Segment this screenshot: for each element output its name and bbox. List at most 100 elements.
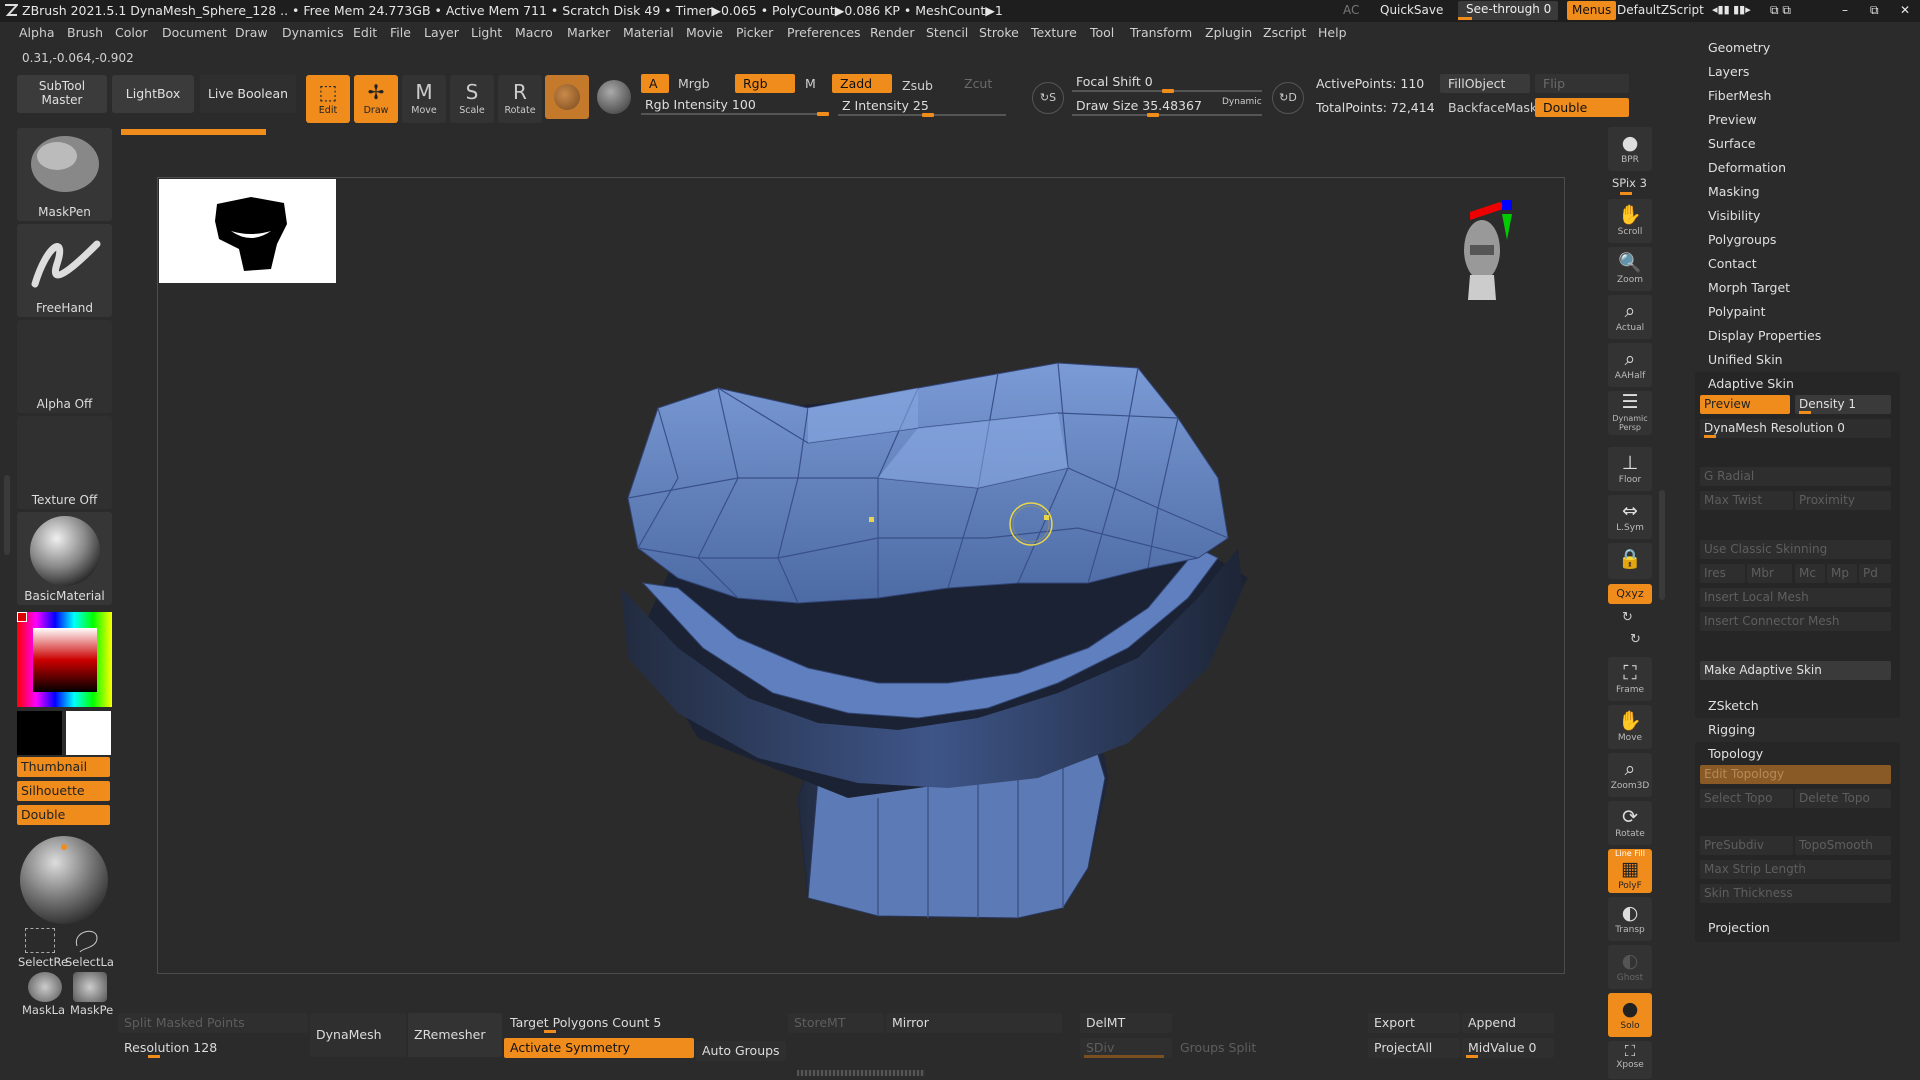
sdiv-slider[interactable]: SDiv (1080, 1038, 1172, 1058)
delmt-button[interactable]: DelMT (1080, 1013, 1172, 1033)
menu-light[interactable]: Light (471, 25, 502, 40)
color-square[interactable] (33, 628, 97, 692)
menu-edit[interactable]: Edit (353, 25, 377, 40)
secondary-color-swatch[interactable] (17, 711, 62, 755)
shelf-toggle-icon[interactable]: ◂▮▮ ▮▮▸ (1712, 3, 1751, 16)
menu-brush[interactable]: Brush (67, 25, 103, 40)
zsub-toggle[interactable]: Zsub (894, 76, 954, 95)
edit-button[interactable]: ⬚ Edit (306, 75, 350, 123)
insert-local-mesh-button[interactable]: Insert Local Mesh (1700, 588, 1891, 607)
deformation-item[interactable]: Deformation (1708, 160, 1786, 175)
aahalf-button[interactable]: ⌕ AAHalf (1608, 343, 1652, 387)
actual-button[interactable]: ⌕ Actual (1608, 295, 1652, 339)
menus-button[interactable]: Menus (1567, 1, 1617, 20)
default-zscript-button[interactable]: DefaultZScript (1617, 3, 1704, 17)
dynamesh-resolution-slider[interactable]: DynaMesh Resolution 0 (1700, 419, 1891, 438)
presubdiv-slider[interactable]: PreSubdiv (1700, 836, 1793, 855)
rotate-z-icon[interactable]: ↻ (1630, 632, 1641, 647)
activate-symmetry-button[interactable]: Activate Symmetry (504, 1038, 694, 1058)
menu-stroke[interactable]: Stroke (979, 25, 1019, 40)
polygroups-item[interactable]: Polygroups (1708, 232, 1776, 247)
menu-render[interactable]: Render (870, 25, 915, 40)
viewport-move-button[interactable]: ✋ Move (1608, 705, 1652, 749)
lightbox-button[interactable]: LightBox (112, 75, 194, 113)
navigation-sphere[interactable] (20, 836, 108, 924)
right-tray-handle[interactable] (1659, 490, 1665, 600)
menu-dynamics[interactable]: Dynamics (282, 25, 344, 40)
rigging-item[interactable]: Rigging (1708, 722, 1755, 737)
viewport-rotate-button[interactable]: ⟳ Rotate (1608, 801, 1652, 845)
fibermesh-item[interactable]: FiberMesh (1708, 88, 1771, 103)
scroll-button[interactable]: ✋ Scroll (1608, 199, 1652, 243)
midvalue-slider[interactable]: MidValue 0 (1462, 1038, 1554, 1058)
material-sphere-button[interactable] (545, 75, 589, 119)
m-toggle[interactable]: M (797, 74, 825, 93)
menu-draw[interactable]: Draw (235, 25, 268, 40)
menu-macro[interactable]: Macro (515, 25, 553, 40)
stroke-freehand-tile[interactable]: FreeHand (17, 224, 112, 317)
morph-target-item[interactable]: Morph Target (1708, 280, 1790, 295)
subtool-master-button[interactable]: SubTool Master (17, 75, 107, 113)
resolution-slider[interactable]: Resolution 128 (118, 1038, 308, 1058)
target-polygons-slider[interactable]: Target Polygons Count 5 (504, 1013, 694, 1033)
proximity-slider[interactable]: Proximity (1795, 491, 1891, 510)
live-boolean-button[interactable]: Live Boolean (200, 75, 296, 113)
menu-zplugin[interactable]: Zplugin (1205, 25, 1252, 40)
menu-texture[interactable]: Texture (1031, 25, 1077, 40)
mirror-button[interactable]: Mirror (886, 1013, 1062, 1033)
close-icon[interactable]: ✕ (1900, 3, 1910, 17)
export-button[interactable]: Export (1368, 1013, 1460, 1033)
a-toggle[interactable]: A (641, 74, 669, 93)
menu-stencil[interactable]: Stencil (926, 25, 968, 40)
menu-help[interactable]: Help (1318, 25, 1347, 40)
projection-item[interactable]: Projection (1708, 920, 1770, 935)
edit-topology-button[interactable]: Edit Topology (1700, 765, 1891, 784)
adaptive-skin-title[interactable]: Adaptive Skin (1708, 376, 1794, 391)
persp-button[interactable]: ☰ Dynamic Persp (1608, 391, 1652, 435)
color-picker[interactable] (17, 612, 112, 707)
zremesher-button[interactable]: ZRemesher (408, 1013, 502, 1057)
menu-picker[interactable]: Picker (736, 25, 773, 40)
flip-button[interactable]: Flip (1535, 74, 1629, 93)
geometry-item[interactable]: Geometry (1708, 40, 1770, 55)
rotate-button[interactable]: R Rotate (498, 75, 542, 123)
z-intensity-slider[interactable]: Z Intensity 25 (838, 97, 1006, 117)
ires-slider[interactable]: Ires (1700, 564, 1745, 583)
mask-lasso-icon[interactable] (28, 972, 62, 1002)
topology-title[interactable]: Topology (1708, 746, 1763, 761)
spix-slider[interactable]: SPix 3 (1612, 176, 1647, 190)
layers-item[interactable]: Layers (1708, 64, 1749, 79)
menu-layer[interactable]: Layer (424, 25, 459, 40)
menu-color[interactable]: Color (115, 25, 148, 40)
xyz-button[interactable]: Qxyz (1608, 584, 1652, 604)
lazy-mouse-d-icon[interactable]: ↻D (1272, 82, 1304, 114)
use-classic-skinning-button[interactable]: Use Classic Skinning (1700, 540, 1891, 559)
groups-split-button[interactable]: Groups Split (1174, 1038, 1266, 1058)
scale-button[interactable]: S Scale (450, 75, 494, 123)
lock-button[interactable]: 🔒 (1608, 543, 1652, 579)
minimize-icon[interactable]: – (1842, 3, 1848, 17)
zsketch-item[interactable]: ZSketch (1708, 698, 1759, 713)
split-masked-points-button[interactable]: Split Masked Points (118, 1013, 308, 1033)
dynamesh-model[interactable] (158, 178, 1566, 975)
focal-shift-slider[interactable]: Focal Shift 0 (1072, 73, 1262, 93)
append-button[interactable]: Append (1462, 1013, 1554, 1033)
max-twist-slider[interactable]: Max Twist (1700, 491, 1793, 510)
layout-icons[interactable]: ⧉ ⧉ (1770, 3, 1791, 18)
adaptive-preview-button[interactable]: Preview (1700, 395, 1790, 414)
select-rect-icon[interactable] (25, 928, 55, 953)
dynamic-label[interactable]: Dynamic (1222, 97, 1262, 107)
zoom3d-button[interactable]: ⌕ Zoom3D (1608, 753, 1652, 797)
polypaint-item[interactable]: Polypaint (1708, 304, 1766, 319)
menu-file[interactable]: File (390, 25, 411, 40)
storemt-button[interactable]: StoreMT (788, 1013, 884, 1033)
texture-tile[interactable]: Texture Off (17, 416, 112, 509)
canvas-viewport[interactable] (157, 177, 1565, 974)
menu-tool[interactable]: Tool (1090, 25, 1114, 40)
auto-groups-button[interactable]: Auto Groups (696, 1041, 786, 1061)
projectall-button[interactable]: ProjectAll (1368, 1038, 1460, 1058)
pd-slider[interactable]: Pd (1859, 564, 1891, 583)
frame-button[interactable]: ⛶ Frame (1608, 657, 1652, 701)
floor-button[interactable]: ⊥ Floor (1608, 447, 1652, 491)
transp-button[interactable]: ◐ Transp (1608, 897, 1652, 941)
